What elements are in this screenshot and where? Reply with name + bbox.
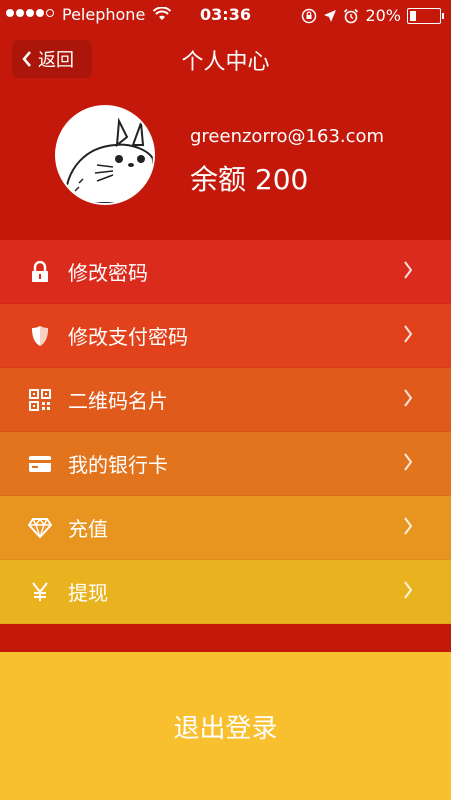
menu-label: 二维码名片 [68,389,168,413]
menu-label: 充值 [68,517,108,541]
logout-button[interactable]: 退出登录 [0,652,451,800]
personal-center-screen: Pelephone 03:36 20% 返回 个人中心 greenzorro@1… [0,0,451,800]
chevron-right-icon [404,325,413,343]
user-email: greenzorro@163.com [190,126,385,147]
status-bar: Pelephone 03:36 20% [0,0,451,30]
page-title: 个人中心 [181,50,270,75]
menu-item-withdraw[interactable]: 提现 [0,560,451,624]
status-right: 20% [301,6,444,25]
menu-item-qr-card[interactable]: 二维码名片 [0,368,451,432]
rotation-lock-icon [302,8,317,23]
menu-label: 修改支付密码 [68,325,188,349]
settings-menu: 修改密码 修改支付密码 二维码名片 我的银行卡 充值 提现 [0,240,451,624]
bank-card-icon [28,452,52,476]
profile-header: greenzorro@163.com 余额 200 [0,90,451,240]
menu-label: 修改密码 [68,261,148,285]
shield-icon [28,324,52,348]
chevron-right-icon [404,581,413,599]
location-icon [324,9,337,22]
menu-item-recharge[interactable]: 充值 [0,496,451,560]
logout-label: 退出登录 [173,713,278,744]
chevron-right-icon [404,389,413,407]
chevron-right-icon [404,261,413,279]
lock-icon [28,260,52,284]
chevron-right-icon [404,517,413,535]
account-balance: 余额 200 [190,163,309,196]
menu-item-bank-card[interactable]: 我的银行卡 [0,432,451,496]
avatar[interactable] [55,105,155,205]
yen-icon [28,580,52,604]
menu-item-change-payment-password[interactable]: 修改支付密码 [0,304,451,368]
menu-label: 提现 [68,581,108,605]
chevron-right-icon [404,453,413,471]
totoro-avatar-image [57,107,153,203]
nav-bar: 返回 个人中心 [0,30,451,90]
qr-code-icon [28,388,52,412]
diamond-icon [28,516,52,540]
alarm-icon [344,8,359,23]
menu-label: 我的银行卡 [68,453,168,477]
battery-percent: 20% [365,6,401,25]
battery-icon [407,7,444,24]
menu-item-change-password[interactable]: 修改密码 [0,240,451,304]
